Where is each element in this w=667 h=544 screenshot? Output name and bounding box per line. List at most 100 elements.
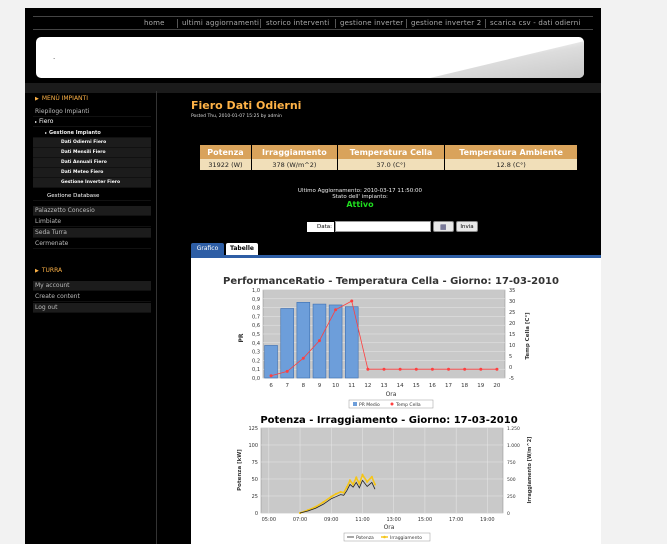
chart1-ytick: 0,1 [252,367,260,373]
kpi-table: Potenza Irraggiamento Temperatura Cella … [200,145,578,170]
charts-svg: PerformanceRatio - Temperatura Cella - G… [223,276,559,542]
chart1-point-temp [334,308,338,312]
date-input[interactable] [335,221,431,232]
kpi-header-irraggiamento: Irraggiamento [251,145,338,159]
chart1-xtick: 8 [302,383,306,389]
chart2-point-irraggiamento [352,483,355,486]
kpi-header-temp-ambiente: Temperatura Ambiente [444,145,578,159]
triangle-right-icon: ▸ [45,130,48,135]
chart1-ytick: 0,9 [252,297,260,303]
kpi-header-potenza: Potenza [200,145,252,159]
chart2-point-irraggiamento [373,483,377,486]
sidebar-item-gestione-database[interactable]: Gestione Database [33,191,151,201]
chart1-ytick: 1,0 [252,288,260,294]
chart1-ytick: 0,5 [252,332,260,338]
chart2-xlabel: Ora [384,524,395,531]
chart2-point-irraggiamento [322,501,325,504]
nav-storico-interventi[interactable]: storico interventi [266,19,329,27]
chart1-point-temp [398,367,402,371]
status-block: Ultimo Aggiornamento: 2010-03-17 11:50:0… [285,188,435,210]
chart2-legend-label-potenza: Potenza [356,535,374,541]
chart2-y2tick: 250 [507,494,516,500]
chart1-title: PerformanceRatio - Temperatura Cella - G… [223,276,559,287]
chart1-ylabel: PR [238,333,245,342]
sidebar-item-dati-odierni[interactable]: Dati Odierni Fiero [33,138,151,148]
chart2-legend-marker-irraggiamento [383,535,386,539]
chart1-bar-pr [328,304,343,379]
sidebar-item-my-account[interactable]: My account [33,281,151,291]
kpi-header-row: Potenza Irraggiamento Temperatura Cella … [200,145,578,159]
chart2-y2tick: 500 [507,477,516,483]
chart1-point-temp [317,339,321,343]
sidebar-item-dati-annuali[interactable]: Dati Annuali Fiero [33,158,151,168]
banner-text: . [53,53,56,61]
sidebar-item-dati-mensili[interactable]: Dati Mensili Fiero [33,148,151,158]
status-badge: Attivo [346,200,374,209]
sidebar-item-log-out[interactable]: Log out [33,303,151,313]
chart1-point-temp [285,369,289,373]
sidebar-item-create-content[interactable]: Create content [33,292,151,302]
chart1-legend-swatch-pr [353,402,357,406]
nav-separator [335,19,336,28]
sidebar-item-palazzetto[interactable]: Palazzetto Concesio [33,206,151,216]
chart1-ytick: 0,4 [252,341,260,347]
chart2-y2tick: 1.250 [507,426,520,432]
nav-separator [177,19,178,28]
nav-home[interactable]: home [144,19,165,27]
chart2-legend-label-irraggiamento: Irraggiamento [390,535,422,541]
date-label: Data: [307,222,334,232]
chart1-y2tick: 10 [509,343,515,349]
chart2-ylabel: Potenza [kW] [237,449,243,491]
chart2-xtick: 17:00 [449,517,463,523]
chart1-ytick: 0,3 [252,350,260,356]
chart2-point-irraggiamento [348,479,352,482]
chart2-ytick: 125 [248,426,258,432]
chart1-point-temp [350,299,354,303]
chart-panel: PerformanceRatio - Temperatura Cella - G… [191,255,601,544]
tab-tabelle[interactable]: Tabelle [226,243,258,255]
chart2-y2tick: 1.000 [507,443,520,449]
kpi-value-irraggiamento: 378 (W/m^2) [251,159,338,170]
sidebar-item-dati-meteo[interactable]: Dati Meteo Fiero [33,168,151,178]
nav-ultimi-aggiornamenti[interactable]: ultimi aggiornamenti [182,19,259,27]
chart2-xtick: 09:00 [324,517,338,523]
sidebar-item-gestione-inverter[interactable]: Gestione Inverter Fiero [33,178,151,188]
sidebar-item-seda-turra[interactable]: Seda Turra [33,228,151,238]
chart2-y2tick: 0 [507,511,510,517]
nav-gestione-inverter-2[interactable]: gestione inverter 2 [411,19,481,27]
tab-grafico[interactable]: Grafico [191,243,224,255]
chart2-plot-area [260,427,504,514]
chart1-y2tick: -5 [509,376,514,382]
nav-scarica-csv[interactable]: scarica csv - dati odierni [490,19,581,27]
sidebar-item-gestione-impianto[interactable]: ▸ Gestione Impianto [33,128,151,138]
chart1-ytick: 0,0 [252,376,260,382]
calendar-button[interactable]: ▦ [433,221,454,232]
chart1-point-temp [495,367,499,371]
chart2-ytick: 75 [252,460,258,466]
nav-gestione-inverter[interactable]: gestione inverter [340,19,403,27]
chart1-xtick: 7 [285,383,289,389]
chart1-point-temp [479,367,483,371]
chart1-bar-pr [296,302,311,379]
chart1-ytick: 0,8 [252,306,260,312]
chart2-point-irraggiamento [345,486,348,489]
sidebar-item-cermenate[interactable]: Cermenate [33,239,151,249]
sidebar-item-limbiate[interactable]: Limbiate [33,217,151,227]
chart1-xtick: 6 [269,383,273,389]
chart2-point-irraggiamento [361,473,364,477]
column-divider [156,91,157,544]
chart2-xtick: 15:00 [418,517,432,523]
chart2-ytick: 50 [252,477,258,483]
chart2-xtick: 19:00 [480,517,494,523]
chart2-point-irraggiamento [370,475,373,479]
sidebar-item-fiero[interactable]: ▸ Fiero [33,117,151,127]
chart1-xtick: 18 [461,383,468,389]
sidebar-item-riepilogo[interactable]: Riepilogo Impianti [33,107,151,117]
invia-button[interactable]: Invia [456,221,478,232]
chart1-xtick: 10 [332,383,339,389]
chart1-point-temp [382,367,386,371]
chart1-xtick: 11 [348,383,355,389]
kpi-header-temp-cella: Temperatura Cella [337,145,446,159]
chart1-y2tick: 5 [509,354,512,360]
chart1-y2tick: 20 [509,321,515,327]
